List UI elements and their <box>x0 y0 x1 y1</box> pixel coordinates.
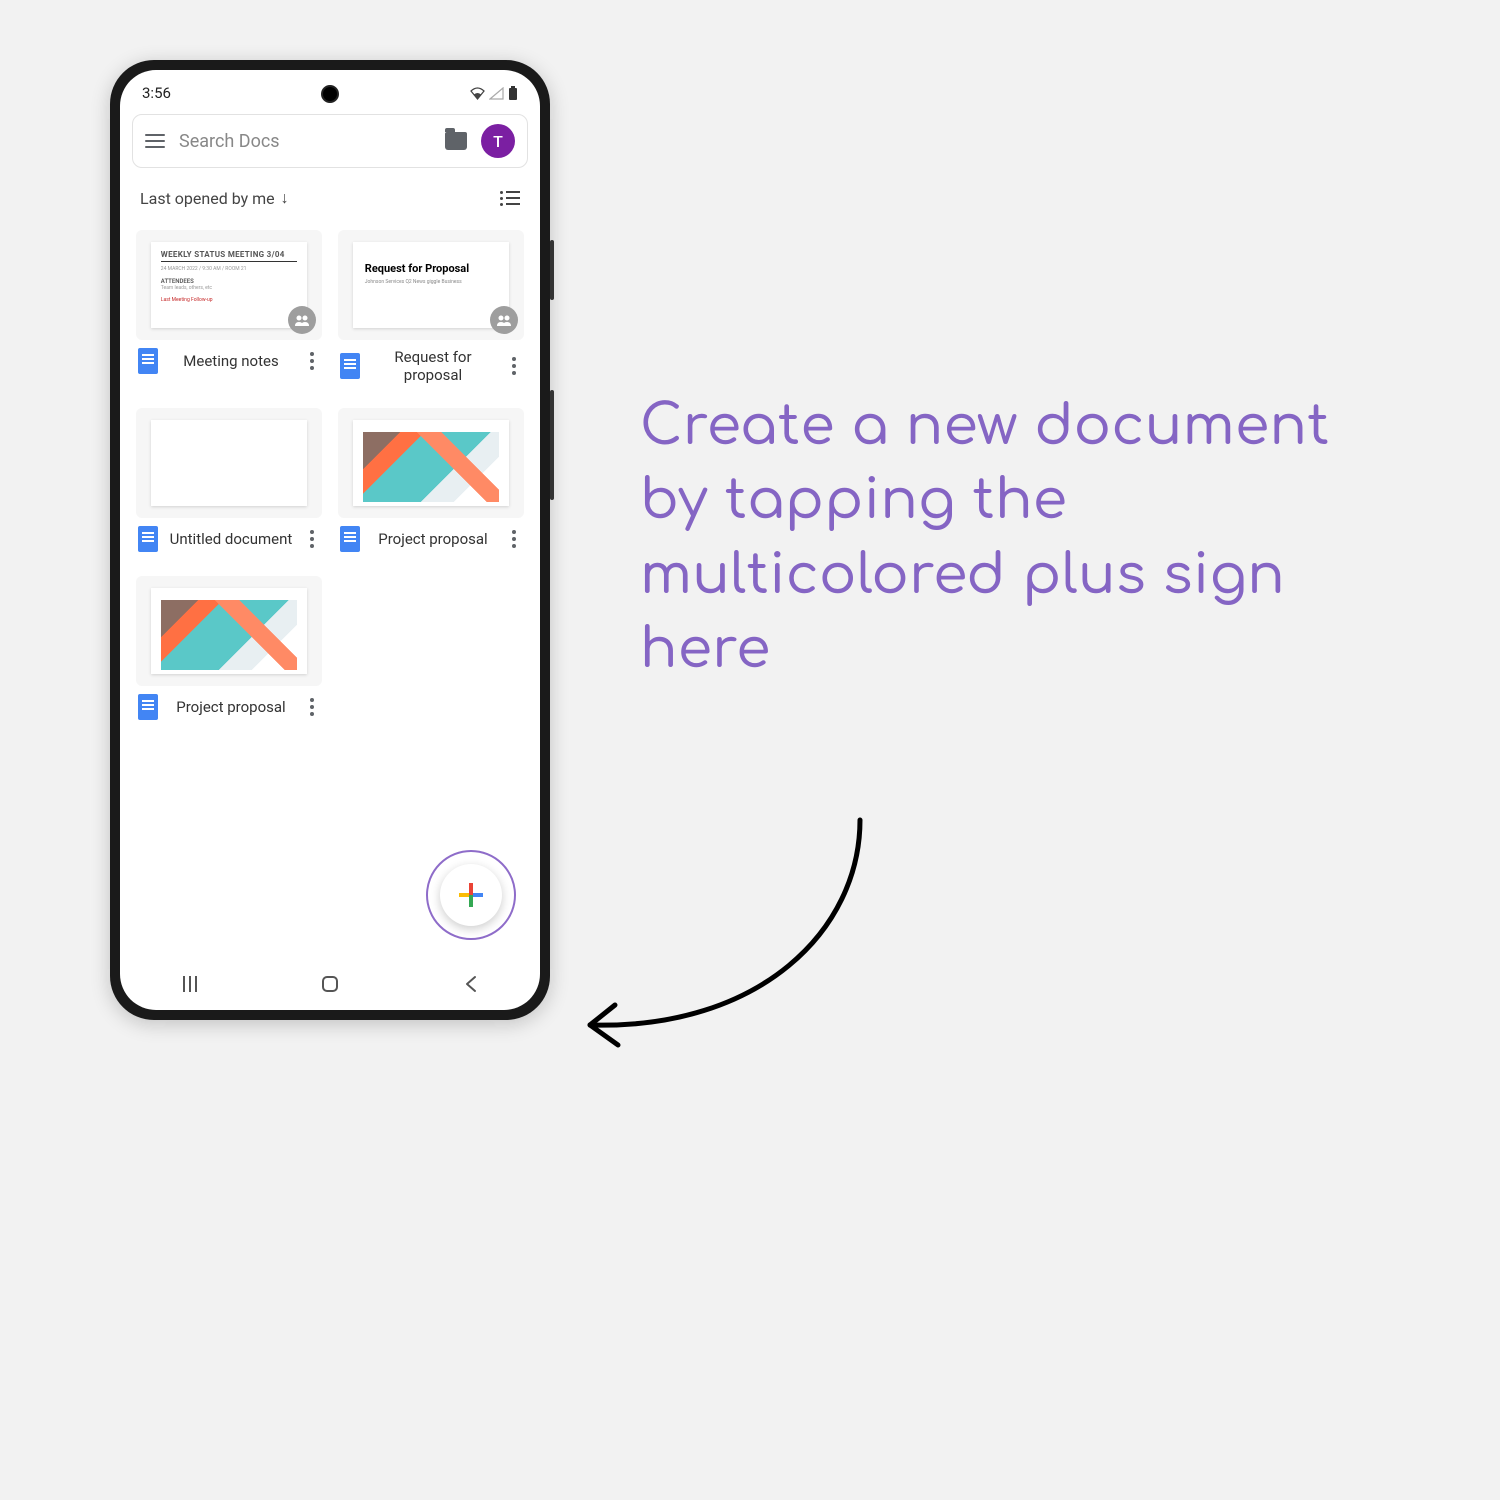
account-avatar[interactable]: T <box>481 124 515 158</box>
status-icons <box>470 86 518 101</box>
sort-button[interactable]: Last opened by me ↓ <box>140 188 289 208</box>
document-card[interactable]: Request for Proposal Johnson Services Q2… <box>338 230 524 384</box>
arrow-down-icon: ↓ <box>281 188 289 208</box>
annotation-arrow <box>560 810 880 1070</box>
docs-file-icon <box>138 694 158 720</box>
document-title: Project proposal <box>368 530 498 548</box>
thumb-artwork <box>363 432 499 502</box>
battery-icon <box>508 86 518 101</box>
plus-icon <box>459 883 483 907</box>
signal-icon <box>489 87 504 100</box>
thumb-artwork <box>161 600 297 670</box>
front-camera <box>321 85 339 103</box>
fab-highlight-ring <box>426 850 516 940</box>
more-options-icon[interactable] <box>304 530 320 548</box>
phone-side-button <box>550 390 554 500</box>
docs-file-icon <box>138 526 158 552</box>
docs-file-icon <box>138 348 158 374</box>
document-card[interactable]: Project proposal <box>338 408 524 552</box>
thumb-subtext: Johnson Services Q2 News giggle Business <box>365 279 497 285</box>
thumb-heading: WEEKLY STATUS MEETING 3/04 <box>161 250 297 262</box>
docs-file-icon <box>340 353 360 379</box>
phone-screen: 3:56 Search Docs T Last opened by me ↓ <box>120 70 540 1010</box>
document-title: Request for proposal <box>368 348 498 384</box>
search-input[interactable]: Search Docs <box>179 131 431 152</box>
more-options-icon[interactable] <box>304 698 320 716</box>
search-bar[interactable]: Search Docs T <box>132 114 528 168</box>
folder-icon[interactable] <box>445 132 467 150</box>
sort-label: Last opened by me <box>140 189 275 208</box>
document-title: Project proposal <box>166 698 296 716</box>
phone-side-button <box>550 240 554 300</box>
document-card[interactable]: WEEKLY STATUS MEETING 3/04 24 MARCH 2022… <box>136 230 322 384</box>
sort-row: Last opened by me ↓ <box>120 174 540 216</box>
shared-icon <box>490 306 518 334</box>
status-time: 3:56 <box>142 84 171 102</box>
document-thumbnail[interactable]: WEEKLY STATUS MEETING 3/04 24 MARCH 2022… <box>136 230 322 340</box>
more-options-icon[interactable] <box>506 530 522 548</box>
thumb-heading: Request for Proposal <box>365 262 497 275</box>
shared-icon <box>288 306 316 334</box>
nav-back-button[interactable] <box>463 975 477 993</box>
docs-file-icon <box>340 526 360 552</box>
phone-frame: 3:56 Search Docs T Last opened by me ↓ <box>110 60 550 1020</box>
document-title: Meeting notes <box>166 352 296 370</box>
nav-recent-button[interactable] <box>183 976 197 992</box>
document-thumbnail[interactable]: Request for Proposal Johnson Services Q2… <box>338 230 524 340</box>
document-grid: WEEKLY STATUS MEETING 3/04 24 MARCH 2022… <box>120 216 540 734</box>
document-card[interactable]: Project proposal <box>136 576 322 720</box>
document-title: Untitled document <box>166 530 296 548</box>
menu-icon[interactable] <box>145 134 165 148</box>
annotation-text: Create a new document by tapping the mul… <box>640 390 1410 687</box>
list-view-icon[interactable] <box>500 191 520 206</box>
more-options-icon[interactable] <box>304 352 320 370</box>
system-nav-bar <box>120 958 540 1010</box>
more-options-icon[interactable] <box>506 357 522 375</box>
document-thumbnail[interactable] <box>338 408 524 518</box>
wifi-icon <box>470 87 485 100</box>
document-card[interactable]: Untitled document <box>136 408 322 552</box>
document-thumbnail[interactable] <box>136 408 322 518</box>
document-thumbnail[interactable] <box>136 576 322 686</box>
new-document-fab[interactable] <box>440 864 502 926</box>
nav-home-button[interactable] <box>322 976 338 992</box>
